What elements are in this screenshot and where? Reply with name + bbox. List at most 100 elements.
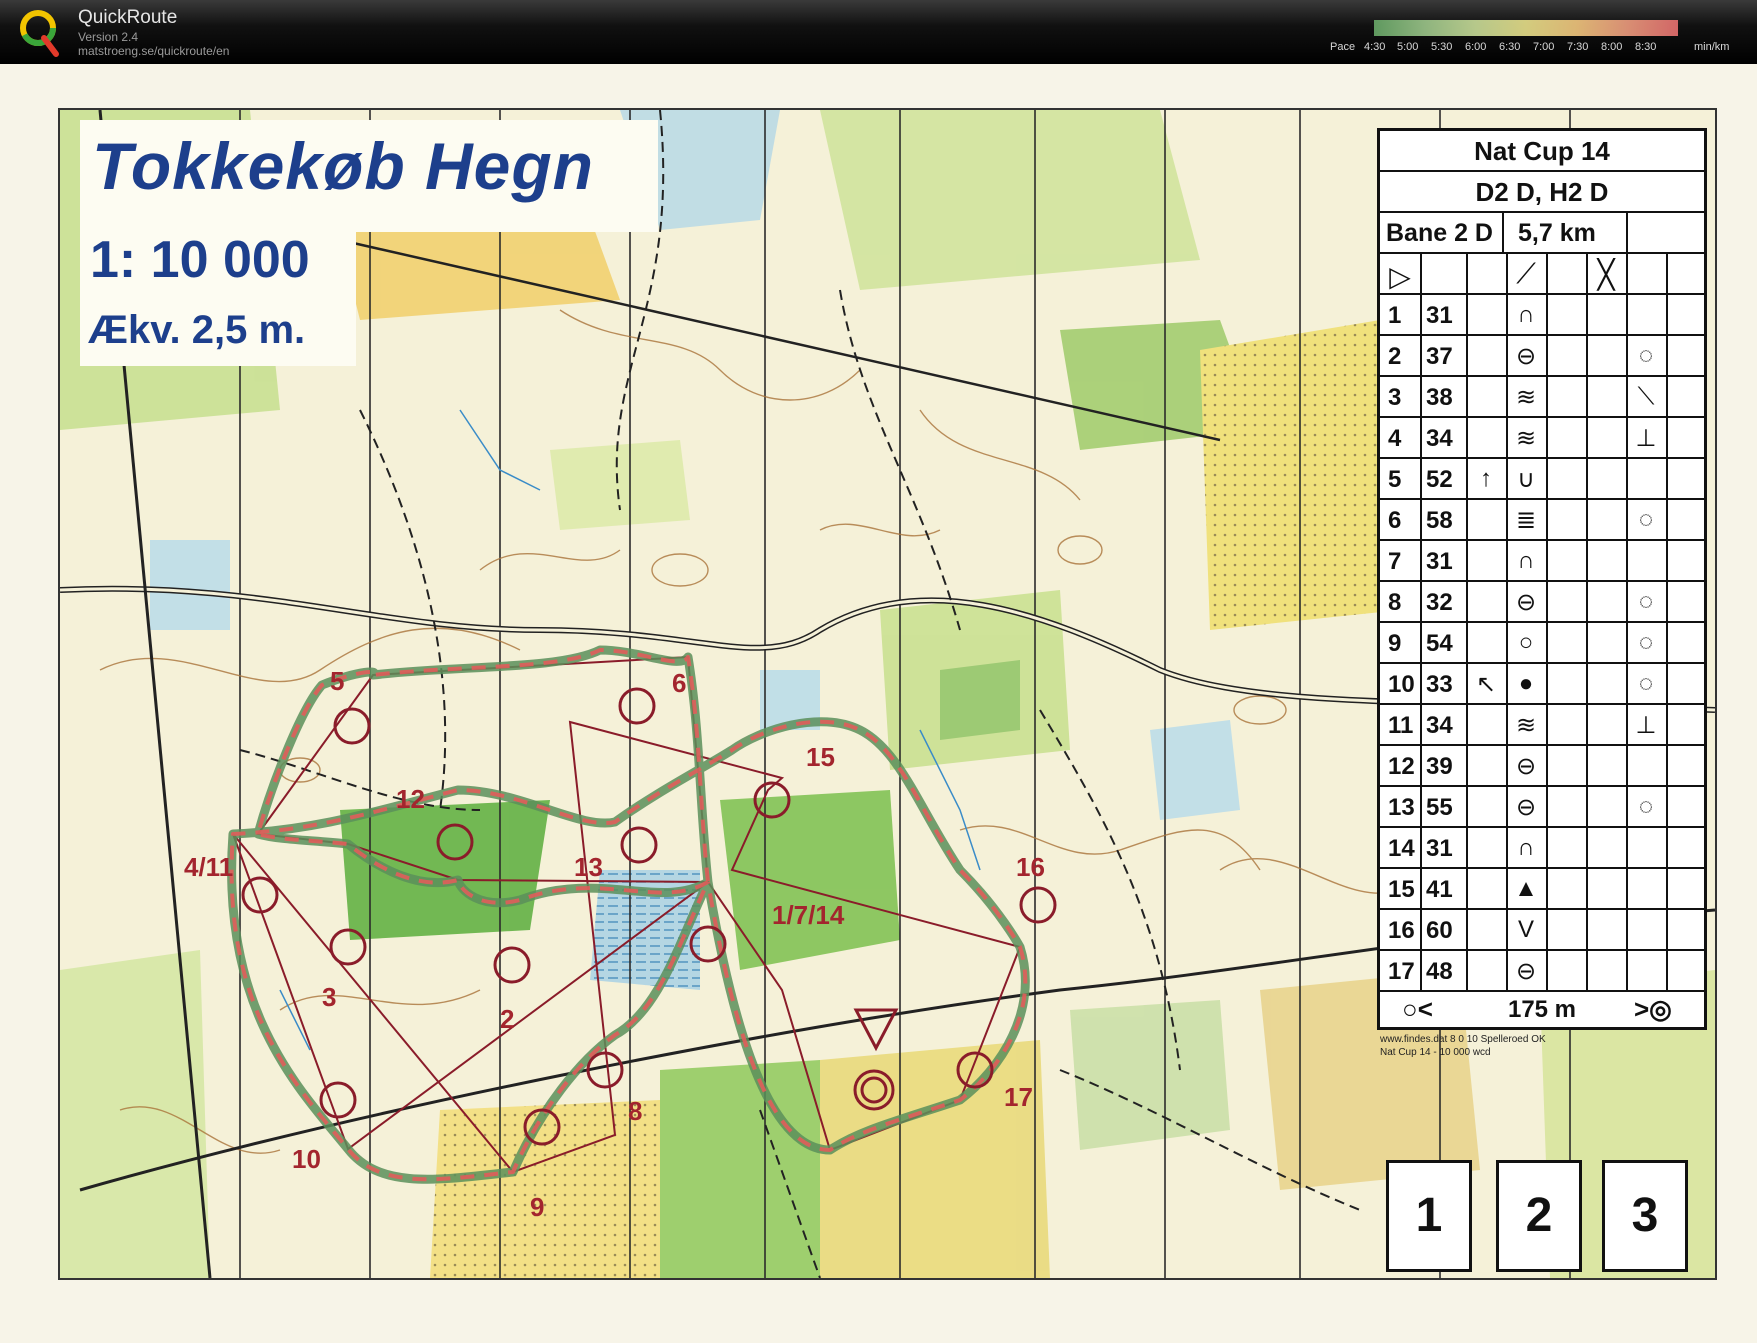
finish-circle-icon: >◎: [1634, 994, 1672, 1024]
control-code: 31: [1426, 548, 1453, 575]
printer-note: Nat Cup 14 - 10 000 wcd: [1380, 1047, 1491, 1058]
app-version: Version 2.4: [78, 30, 139, 44]
control-label-17: 17: [1004, 1082, 1033, 1112]
start-box-3: 3: [1602, 1160, 1688, 1272]
start-box-1: 1: [1386, 1160, 1472, 1272]
pace-color-scale: [1374, 20, 1678, 36]
location-icon: ⊥: [1635, 425, 1657, 452]
feature-icon: ∩: [1517, 834, 1535, 861]
desc-control-row: 2 37 ⊖ ◌: [1380, 336, 1704, 377]
control-label-6: 6: [672, 668, 687, 698]
control-code: 52: [1426, 466, 1453, 493]
feature-icon: ●: [1518, 670, 1534, 697]
location-icon: ◌: [1638, 670, 1654, 697]
control-number: 12: [1388, 753, 1415, 780]
desc-grid-line: [1466, 254, 1468, 992]
map-scale: 1: 10 000: [90, 231, 310, 289]
desc-control-row: 5 52 ↑ ∪: [1380, 459, 1704, 500]
cross-icon: ╳: [1597, 259, 1615, 290]
desc-control-row: 17 48 ⊖: [1380, 951, 1704, 992]
location-icon: ◌: [1638, 629, 1654, 656]
control-code: 37: [1426, 343, 1453, 370]
control-label-15: 15: [806, 742, 835, 772]
location-icon: ⊥: [1635, 712, 1657, 739]
desc-event: Nat Cup 14: [1474, 136, 1610, 166]
desc-control-row: 12 39 ⊖: [1380, 746, 1704, 787]
desc-control-row: 3 38 ≋ ⟍: [1380, 377, 1704, 418]
control-code: 34: [1426, 712, 1453, 739]
start-box-2: 2: [1496, 1160, 1582, 1272]
control-code: 60: [1426, 917, 1453, 944]
control-number: 9: [1388, 630, 1402, 657]
location-icon: ◌: [1638, 342, 1654, 369]
app-url[interactable]: matstroeng.se/quickroute/en: [78, 44, 229, 58]
desc-grid-line: [1626, 254, 1628, 992]
app-header: QuickRoute Version 2.4 matstroeng.se/qui…: [0, 0, 1757, 64]
feature-icon: ⊖: [1515, 958, 1537, 985]
control-label-2: 2: [500, 1004, 515, 1034]
feature-icon: ∩: [1517, 547, 1535, 574]
desc-grid-line: [1420, 254, 1422, 992]
desc-grid-line: [1586, 254, 1588, 992]
location-icon: ◌: [1638, 793, 1654, 820]
desc-control-row: 6 58 ≣ ◌: [1380, 500, 1704, 541]
feature-icon: ≋: [1515, 425, 1537, 452]
feature-icon: ▲: [1514, 875, 1538, 902]
feature-icon: ⊖: [1515, 343, 1537, 370]
desc-control-row: 9 54 ○ ◌: [1380, 623, 1704, 664]
feature-icon: ⊖: [1515, 753, 1537, 780]
control-label-4-11: 4/11: [184, 852, 234, 882]
pace-tick: 5:30: [1431, 41, 1453, 53]
direction-icon: ↑: [1480, 465, 1492, 492]
location-icon: ◌: [1638, 506, 1654, 533]
control-number: 15: [1388, 876, 1415, 903]
desc-divider: [1502, 213, 1504, 254]
feature-icon: ≋: [1515, 712, 1537, 739]
direction-icon: ↖: [1475, 671, 1497, 698]
control-number: 11: [1388, 712, 1414, 739]
pace-tick: 7:30: [1567, 41, 1589, 53]
desc-control-row: 10 33 ↖ ● ◌: [1380, 664, 1704, 705]
control-label-10: 10: [292, 1144, 321, 1174]
desc-start-row: ▷ ⟋ ╳: [1380, 254, 1704, 295]
desc-event-row: Nat Cup 14: [1380, 131, 1704, 172]
pace-unit: min/km: [1694, 41, 1730, 53]
desc-control-row: 8 32 ⊖ ◌: [1380, 582, 1704, 623]
desc-grid-line: [1506, 254, 1508, 992]
desc-course-row: Bane 2 D 5,7 km: [1380, 213, 1704, 254]
control-number: 14: [1388, 835, 1415, 862]
control-label-3: 3: [322, 982, 337, 1012]
desc-control-row: 16 60 V: [1380, 910, 1704, 951]
feature-icon: ○: [1518, 629, 1534, 656]
control-number: 1: [1388, 302, 1402, 329]
desc-grid-line: [1666, 254, 1668, 992]
slash-icon: ⟋: [1516, 258, 1536, 289]
feature-icon: ∪: [1517, 466, 1535, 493]
pace-tick: 6:30: [1499, 41, 1521, 53]
feature-icon: V: [1517, 916, 1534, 943]
feature-icon: ⊖: [1515, 794, 1537, 821]
control-code: 41: [1426, 876, 1453, 903]
printer-note: www.findes.dat 8 0 10 Spelleroed OK: [1380, 1034, 1546, 1045]
control-code: 48: [1426, 958, 1453, 985]
control-number: 5: [1388, 466, 1402, 493]
quickroute-logo-icon: [20, 10, 59, 57]
control-number: 8: [1388, 589, 1402, 616]
control-label-5: 5: [330, 666, 345, 696]
feature-icon: ≋: [1515, 384, 1537, 411]
map-equidistance: Ækv. 2,5 m.: [88, 308, 306, 352]
desc-control-row: 11 34 ≋ ⊥: [1380, 705, 1704, 746]
control-number: 7: [1388, 548, 1402, 575]
control-number: 3: [1388, 384, 1402, 411]
control-code: 34: [1426, 425, 1453, 452]
control-label-16: 16: [1016, 852, 1045, 882]
control-code: 31: [1426, 302, 1453, 329]
location-icon: ◌: [1638, 588, 1654, 615]
location-icon: ⟍: [1637, 383, 1655, 410]
desc-control-row: 1 31 ∩: [1380, 295, 1704, 336]
feature-icon: ∩: [1517, 301, 1535, 328]
control-code: 39: [1426, 753, 1453, 780]
desc-grid-line: [1546, 254, 1548, 992]
start-triangle-icon: ▷: [1389, 261, 1411, 292]
control-number: 2: [1388, 343, 1402, 370]
